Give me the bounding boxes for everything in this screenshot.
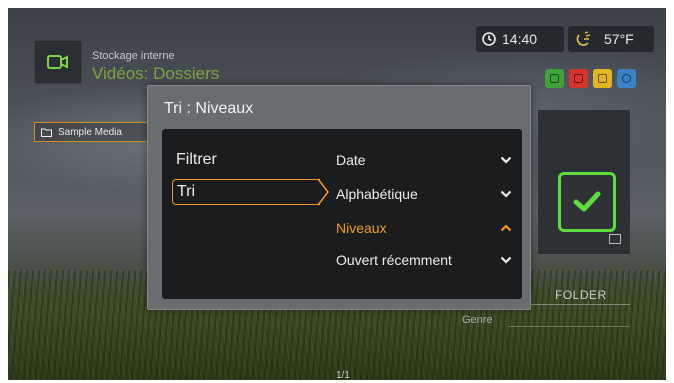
confirm-button[interactable] [558,172,616,232]
clock-widget: 14:40 [476,26,564,52]
divider [508,326,630,327]
folder-icon [41,128,52,137]
video-camera-icon [47,55,68,69]
sort-option-ouvert-recemment[interactable]: Ouvert récemment [336,249,512,271]
clock-icon [482,32,496,46]
clock-time: 14:40 [502,31,538,47]
selection-arrow-icon [318,178,330,206]
sort-option-alphabetique[interactable]: Alphabétique [336,183,512,205]
sort-option-label: Ouvert récemment [336,252,452,268]
green-key[interactable] [545,69,564,88]
dialog-body: Filtrer Tri Date Alphabétique Niveaux Ou… [162,129,522,299]
folder-label: FOLDER [555,288,607,302]
sort-dialog: Tri : Niveaux Filtrer Tri Date Alphabéti… [147,85,531,310]
video-app-icon [34,40,82,84]
weather-icon [576,31,591,46]
folder-item-label: Sample Media [58,126,122,138]
menu-item-filtrer[interactable]: Filtrer [172,147,322,173]
yellow-key[interactable] [593,69,612,88]
divider [518,304,630,305]
checkmark-icon [573,191,601,212]
menu-item-tri[interactable]: Tri [172,179,320,205]
color-key-bar [545,69,636,88]
sort-option-label: Alphabétique [336,186,418,202]
chevron-down-icon [500,190,512,198]
page-title: Vidéos: Dossiers [92,64,220,83]
chevron-down-icon [500,156,512,164]
folder-item-sample-media[interactable]: Sample Media [34,122,152,142]
temperature: 57°F [604,31,634,47]
chevron-down-icon [500,256,512,264]
blue-key[interactable] [617,69,636,88]
breadcrumb: Stockage interne [92,50,175,62]
sort-option-date[interactable]: Date [336,149,512,171]
sort-option-label: Date [336,152,366,168]
weather-widget: 57°F [568,26,654,52]
sort-option-label: Niveaux [336,220,387,236]
display-icon [609,234,621,244]
page-count: 1/1 [336,370,350,380]
red-key[interactable] [569,69,588,88]
dialog-title: Tri : Niveaux [164,100,254,117]
genre-label: Genre [462,314,493,326]
sort-option-niveaux[interactable]: Niveaux [336,217,512,239]
chevron-up-icon [500,224,512,232]
